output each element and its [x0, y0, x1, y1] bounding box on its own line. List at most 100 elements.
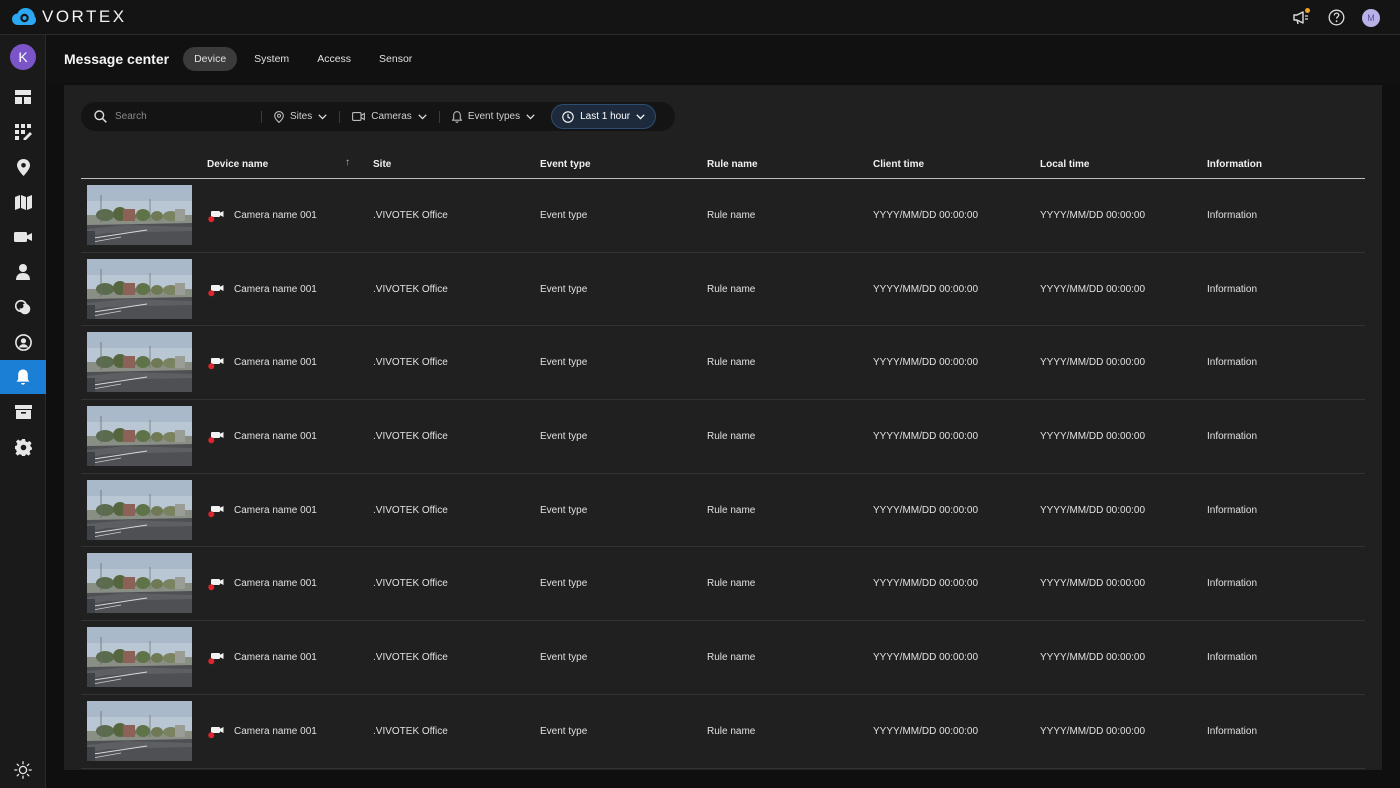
- site-cell: .VIVOTEK Office: [373, 283, 448, 295]
- event-type-cell: Event type: [540, 357, 588, 369]
- table-row[interactable]: Camera name 001 .VIVOTEK Office Event type…: [81, 621, 1365, 695]
- sidebar-item-theme[interactable]: [0, 753, 46, 787]
- table-row[interactable]: Camera name 001 .VIVOTEK Office Event type…: [81, 179, 1365, 253]
- sites-filter[interactable]: Sites: [262, 102, 339, 131]
- tab-sensor[interactable]: Sensor: [368, 47, 423, 71]
- local-time-cell: YYYY/MM/DD 00:00:00: [1040, 357, 1146, 369]
- gear-icon: [14, 438, 32, 456]
- column-header-information[interactable]: Information: [1207, 159, 1262, 170]
- event-thumbnail[interactable]: [87, 185, 192, 245]
- event-thumbnail[interactable]: [87, 406, 192, 467]
- clock-icon: [562, 110, 574, 123]
- rule-name-cell: Rule name: [707, 431, 756, 443]
- page-title: Message center: [64, 51, 170, 67]
- tab-device[interactable]: Device: [183, 47, 238, 71]
- camera-status-icon: [208, 356, 224, 375]
- camera-status-icon: [208, 283, 224, 302]
- sidebar-item-locations[interactable]: [0, 150, 46, 184]
- table-row[interactable]: Camera name 001 .VIVOTEK Office Event type…: [81, 547, 1365, 622]
- chevron-down-icon: [318, 113, 327, 120]
- tab-system[interactable]: System: [243, 47, 300, 71]
- sidebar-item-users[interactable]: [0, 325, 46, 359]
- information-cell: Information: [1207, 725, 1258, 737]
- search-input[interactable]: [115, 111, 245, 122]
- information-cell: Information: [1207, 357, 1258, 369]
- archive-icon: [14, 405, 32, 419]
- column-header-local-time[interactable]: Local time: [1040, 159, 1089, 170]
- client-time-cell: YYYY/MM/DD 00:00:00: [873, 504, 979, 516]
- rule-name-cell: Rule name: [707, 283, 756, 295]
- camera-icon: [14, 232, 32, 242]
- column-header-rule-name[interactable]: Rule name: [707, 159, 758, 170]
- table-row[interactable]: Camera name 001 .VIVOTEK Office Event type…: [81, 695, 1365, 769]
- device-name-cell: Camera name 001: [234, 357, 317, 369]
- user-avatar[interactable]: M: [1362, 8, 1380, 27]
- events-table: Device name ↑ Site Event type Rule name …: [81, 150, 1365, 769]
- event-thumbnail[interactable]: [87, 479, 192, 540]
- site-cell: .VIVOTEK Office: [373, 210, 448, 221]
- sidebar-item-archive[interactable]: [0, 395, 46, 429]
- event-thumbnail[interactable]: [87, 627, 192, 688]
- dashboard-icon: [15, 90, 31, 104]
- cloud-logo-icon: [12, 8, 36, 25]
- local-time-cell: YYYY/MM/DD 00:00:00: [1040, 504, 1146, 516]
- camera-icon: [352, 112, 366, 121]
- column-header-site[interactable]: Site: [373, 159, 391, 170]
- sidebar-item-cameras[interactable]: [0, 220, 46, 254]
- table-row[interactable]: Camera name 001 .VIVOTEK Office Event type…: [81, 400, 1365, 474]
- sidebar-item-settings[interactable]: [0, 430, 46, 464]
- top-bar: VORTEX M: [0, 0, 1400, 35]
- device-name-cell: Camera name 001: [234, 652, 317, 664]
- sort-ascending-icon[interactable]: ↑: [345, 157, 350, 168]
- event-types-filter[interactable]: Event types: [440, 102, 547, 131]
- sidebar-item-people[interactable]: [0, 255, 46, 289]
- org-avatar[interactable]: K: [10, 44, 36, 70]
- map-icon: [14, 194, 32, 210]
- brand-name: VORTEX: [42, 7, 127, 26]
- camera-snapshot-image: [87, 700, 192, 761]
- camera-alert-icon: [208, 432, 224, 444]
- location-pin-icon: [274, 110, 284, 123]
- device-name-cell: Camera name 001: [234, 725, 317, 737]
- sites-filter-label: Sites: [290, 111, 313, 122]
- column-header-client-time[interactable]: Client time: [873, 159, 924, 170]
- device-name-cell: Camera name 001: [234, 504, 317, 516]
- vortex-logo[interactable]: VORTEX: [12, 7, 127, 27]
- event-type-cell: Event type: [540, 725, 588, 737]
- time-range-filter[interactable]: Last 1 hour: [551, 104, 657, 129]
- event-thumbnail[interactable]: [87, 700, 192, 761]
- cameras-filter[interactable]: Cameras: [340, 102, 439, 131]
- content-panel: Sites Cameras Event types Last 1 hour De…: [64, 85, 1382, 770]
- information-cell: Information: [1207, 210, 1258, 221]
- rule-name-cell: Rule name: [707, 504, 756, 516]
- rule-name-cell: Rule name: [707, 210, 756, 221]
- table-row[interactable]: Camera name 001 .VIVOTEK Office Event type…: [81, 253, 1365, 327]
- event-type-cell: Event type: [540, 504, 588, 516]
- sidebar-item-apps[interactable]: [0, 115, 46, 149]
- event-type-cell: Event type: [540, 578, 588, 590]
- announcement-icon[interactable]: [1290, 7, 1310, 28]
- sidebar-item-maps[interactable]: [0, 185, 46, 219]
- event-thumbnail[interactable]: [87, 332, 192, 393]
- event-thumbnail[interactable]: [87, 258, 192, 319]
- tab-access[interactable]: Access: [306, 47, 362, 71]
- column-header-event-type[interactable]: Event type: [540, 159, 591, 170]
- device-name-cell: Camera name 001: [234, 283, 317, 295]
- site-cell: .VIVOTEK Office: [373, 578, 448, 590]
- column-header-device-name[interactable]: Device name: [207, 159, 268, 170]
- table-row[interactable]: Camera name 001 .VIVOTEK Office Event type…: [81, 326, 1365, 401]
- event-type-cell: Event type: [540, 652, 588, 664]
- person-icon: [16, 264, 30, 280]
- event-thumbnail[interactable]: [87, 553, 192, 614]
- camera-status-icon: [208, 430, 224, 449]
- sidebar: K: [0, 35, 46, 788]
- camera-alert-icon: [208, 211, 224, 223]
- table-row[interactable]: Camera name 001 .VIVOTEK Office Event type…: [81, 474, 1365, 548]
- sidebar-item-messages[interactable]: [0, 360, 46, 394]
- help-icon[interactable]: [1326, 8, 1346, 28]
- cameras-filter-label: Cameras: [371, 111, 412, 122]
- time-range-label: Last 1 hour: [580, 111, 631, 122]
- rule-name-cell: Rule name: [707, 578, 756, 590]
- sidebar-item-dashboard[interactable]: [0, 80, 46, 114]
- sidebar-item-analytics[interactable]: [0, 290, 46, 324]
